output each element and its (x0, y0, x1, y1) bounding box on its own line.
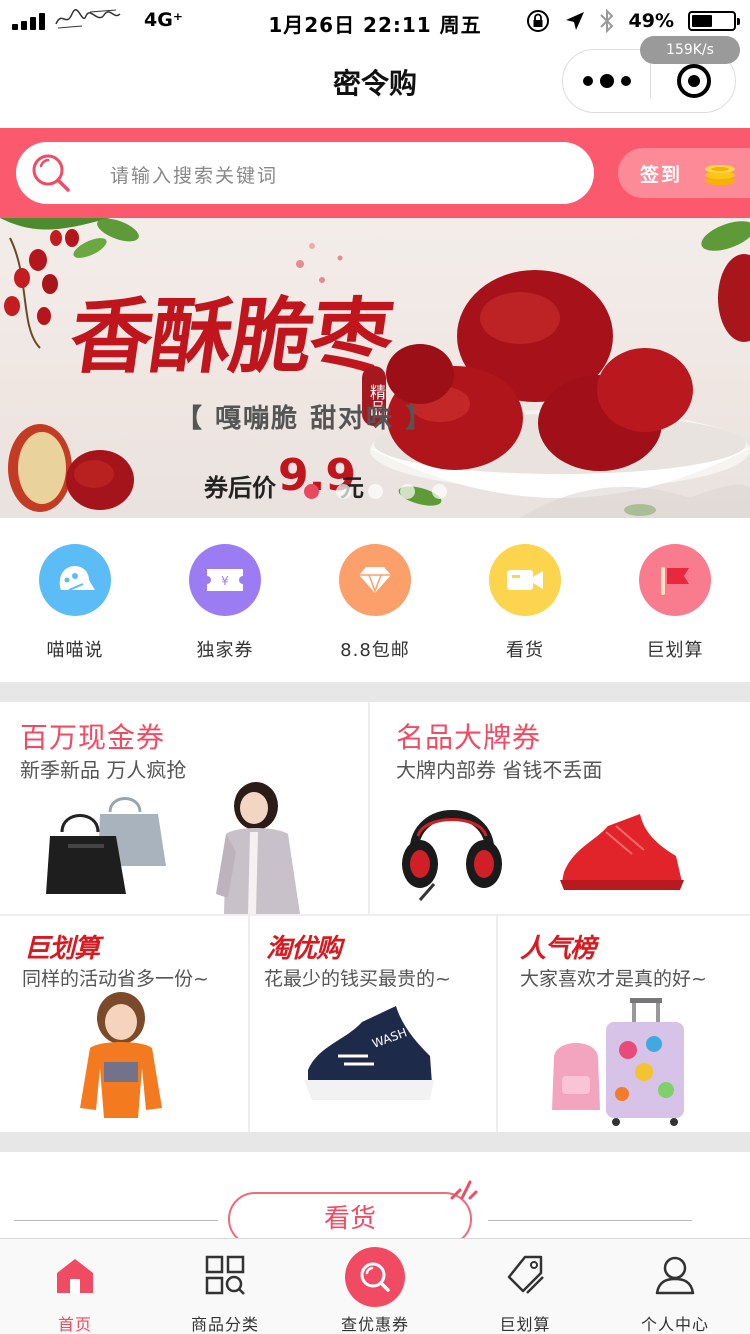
banner-dot[interactable] (400, 484, 415, 499)
user-icon (655, 1256, 695, 1295)
tab-ju-hua-suan[interactable]: 巨划算 (450, 1239, 600, 1334)
banner-dot[interactable] (368, 484, 383, 499)
banner-dot[interactable] (304, 484, 319, 499)
tab-category[interactable]: 商品分类 (150, 1239, 300, 1334)
coupon-icon: ¥ (189, 544, 261, 616)
quick-menu-label: 喵喵说 (46, 640, 104, 661)
quick-menu-label: 巨划算 (646, 640, 704, 661)
promo-title: 百万现金券 (20, 721, 166, 754)
diamond-icon (339, 544, 411, 616)
target-close-icon (676, 64, 711, 98)
banner-dot[interactable] (432, 484, 447, 499)
child-model-image (80, 992, 162, 1118)
banner-title: 香酥脆枣 (64, 289, 398, 385)
headphones-and-sneaker-image (402, 810, 684, 901)
tab-search-coupon[interactable]: 查优惠券 (300, 1239, 450, 1334)
battery-icon (688, 11, 740, 31)
banner-dot[interactable] (336, 484, 351, 499)
search-icon (32, 154, 70, 192)
promo-brand-title: 人气榜 (520, 934, 596, 964)
quick-menu-item-view-goods[interactable]: 看货 (450, 544, 600, 674)
promo-subtitle: 大牌内部券 省钱不丢面 (396, 758, 603, 782)
banner-subtitle: 【 嘎嘣脆 甜对味 】 (176, 404, 434, 434)
search-header: 请输入搜索关键词 签到 (0, 128, 750, 218)
quick-menu-label: 看货 (506, 640, 544, 661)
quick-menu: 喵喵说 ¥ 独家券 8.8包邮 看货 巨划算 (0, 518, 750, 682)
quick-menu-item-free-shipping[interactable]: 8.8包邮 (300, 544, 450, 674)
luggage-and-backpack-image (552, 998, 684, 1126)
video-camera-icon (489, 544, 561, 616)
section-divider (0, 1132, 750, 1152)
tab-label: 巨划算 (499, 1315, 551, 1334)
promo-brand-coupon[interactable]: 名品大牌券 大牌内部券 省钱不丢面 (370, 702, 750, 914)
tab-home[interactable]: 首页 (0, 1239, 150, 1334)
quick-menu-item-miao-miao-shuo[interactable]: 喵喵说 (0, 544, 150, 674)
tab-label: 查优惠券 (340, 1315, 409, 1334)
price-tag-icon (507, 1255, 544, 1294)
section-divider (0, 682, 750, 702)
banner-price-label: 券后价 (204, 474, 276, 502)
status-bar: 4G⁺ 1月26日 22:11 周五 49% (0, 0, 750, 40)
quick-menu-item-exclusive-coupon[interactable]: ¥ 独家券 (150, 544, 300, 674)
promo-subtitle: 同样的活动省多一份~ (22, 968, 209, 990)
quick-menu-label: 8.8包邮 (340, 640, 410, 661)
promo-brand-title: 淘优购 (266, 934, 342, 964)
quick-menu-item-ju-hua-suan[interactable]: 巨划算 (600, 544, 750, 674)
home-icon (57, 1259, 93, 1293)
section-line-right (488, 1220, 692, 1221)
coins-icon (705, 165, 735, 185)
tab-label: 首页 (57, 1315, 92, 1334)
location-arrow-icon (565, 12, 584, 30)
signin-button[interactable]: 签到 (618, 148, 750, 198)
tab-label: 商品分类 (190, 1315, 259, 1334)
banner-pagination (304, 484, 447, 499)
promo-title: 名品大牌券 (396, 721, 542, 754)
search-coupon-icon (345, 1247, 405, 1307)
search-input[interactable]: 请输入搜索关键词 (16, 142, 594, 204)
nav-bar: 密令购 (0, 40, 750, 128)
promo-cash-coupon[interactable]: 百万现金券 新季新品 万人疯抢 (0, 702, 368, 914)
flag-icon (639, 544, 711, 616)
tab-label: 个人中心 (640, 1315, 709, 1334)
network-speed-badge: 159K/s (640, 36, 740, 64)
promo-tao-you-gou[interactable]: 淘优购 花最少的钱买最贵的~ WASH (250, 916, 496, 1132)
tab-profile[interactable]: 个人中心 (600, 1239, 750, 1334)
more-options-button[interactable] (563, 50, 650, 112)
section-header-kanhuo: 看货 (0, 1152, 750, 1246)
tab-bar: 首页 商品分类 查优惠券 巨划算 个人中心 (0, 1238, 750, 1334)
promo-ren-qi-bang[interactable]: 人气榜 大家喜欢才是真的好~ (498, 916, 750, 1132)
handbag-and-model-image (46, 782, 300, 914)
promo-ju-hua-suan[interactable]: 巨划算 同样的活动省多一份~ (0, 916, 248, 1132)
promo-subtitle: 大家喜欢才是真的好~ (520, 968, 707, 990)
svg-text:¥: ¥ (221, 574, 229, 588)
sparkle-icon (450, 1180, 478, 1200)
category-grid-icon (205, 1255, 245, 1295)
section-line-left (14, 1220, 218, 1221)
bluetooth-icon (599, 8, 613, 34)
cat-chat-icon (39, 544, 111, 616)
promo-subtitle: 新季新品 万人疯抢 (20, 758, 187, 782)
kids-sneaker-image: WASH (304, 1006, 434, 1100)
promo-brand-title: 巨划算 (24, 934, 100, 964)
rotation-lock-icon (526, 10, 549, 32)
search-placeholder: 请输入搜索关键词 (110, 165, 279, 187)
signin-label: 签到 (640, 164, 683, 186)
promo-banner[interactable]: 香酥脆枣 精品 【 嘎嘣脆 甜对味 】 券后价 9.9 元 (0, 218, 750, 518)
battery-percent: 49% (628, 10, 674, 32)
quick-menu-label: 独家券 (196, 640, 254, 661)
promo-subtitle: 花最少的钱买最贵的~ (264, 968, 451, 990)
